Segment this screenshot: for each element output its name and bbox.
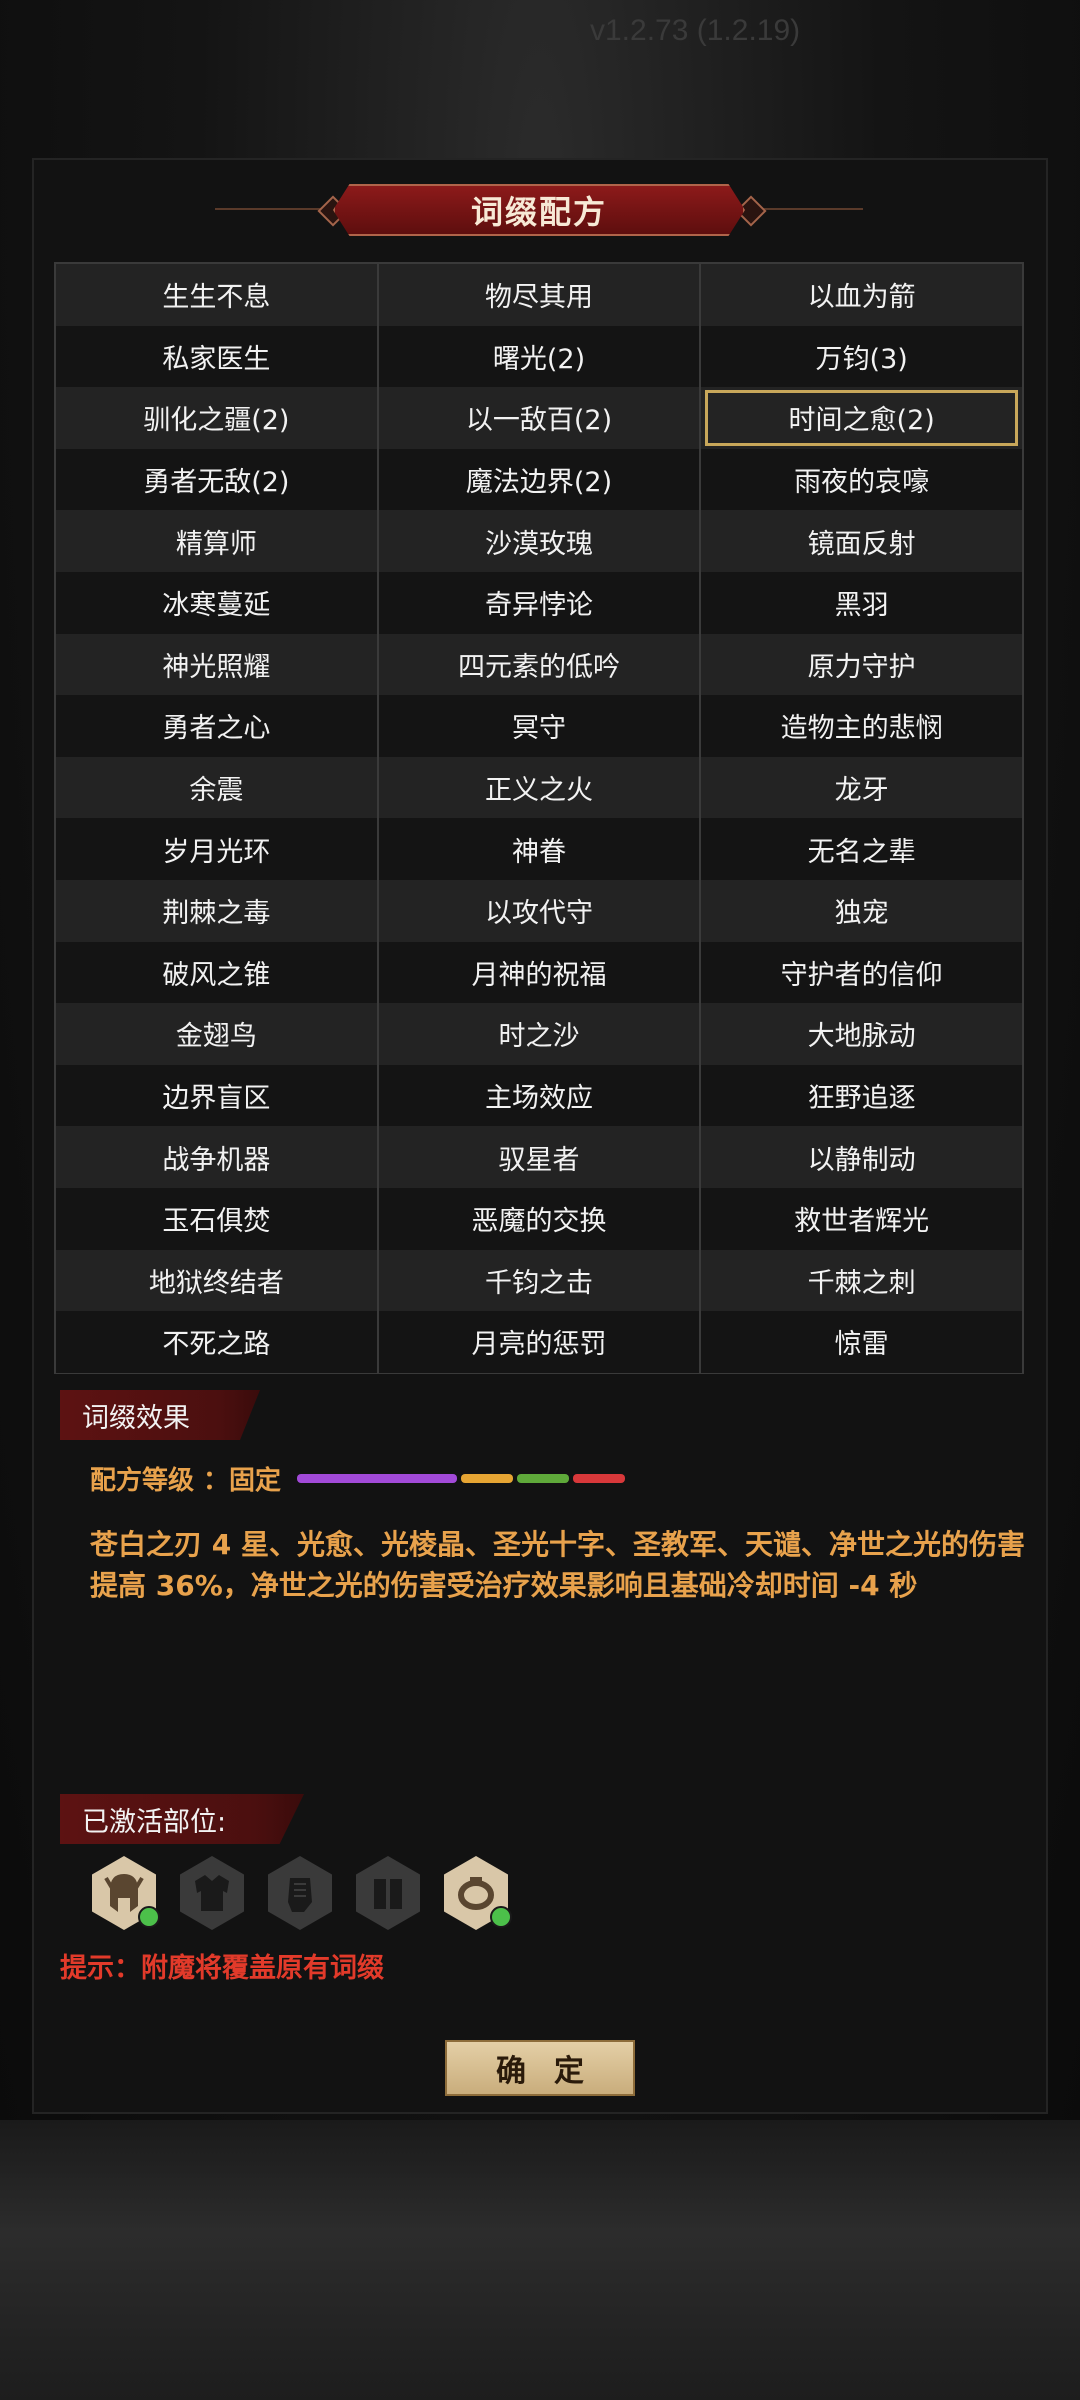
- affix-cell[interactable]: 守护者的信仰: [699, 941, 1022, 1004]
- grid-row: 精算师 沙漠玫瑰 镜面反射: [56, 510, 1022, 572]
- affix-cell[interactable]: 驯化之疆(2): [56, 387, 377, 449]
- affix-cell[interactable]: 破风之锥: [56, 942, 377, 1004]
- grid-row: 地狱终结者 千钧之击 千棘之刺: [56, 1249, 1022, 1312]
- affix-cell[interactable]: 不死之路: [56, 1311, 377, 1373]
- affix-cell[interactable]: 勇者之心: [56, 695, 377, 757]
- active-indicator: [490, 1906, 512, 1928]
- grid-row: 荆棘之毒 以攻代守 独宠: [56, 879, 1022, 942]
- affix-cell[interactable]: 魔法边界(2): [376, 448, 700, 511]
- grid-row: 私家医生 曙光(2) 万钧(3): [56, 325, 1022, 388]
- affix-cell[interactable]: 救世者辉光: [699, 1187, 1022, 1250]
- affix-cell[interactable]: 万钧(3): [699, 325, 1022, 388]
- affix-cell[interactable]: 恶魔的交换: [376, 1187, 700, 1250]
- affix-cell[interactable]: 雨夜的哀嚎: [699, 448, 1022, 511]
- affix-cell[interactable]: 时间之愈(2): [699, 387, 1022, 449]
- armor-icon[interactable]: [180, 1856, 244, 1930]
- affix-cell[interactable]: 生生不息: [56, 264, 377, 326]
- affix-cell[interactable]: 主场效应: [376, 1064, 700, 1127]
- affix-cell[interactable]: 惊雷: [699, 1311, 1022, 1373]
- affix-cell[interactable]: 冰寒蔓延: [56, 572, 377, 634]
- affix-cell[interactable]: 精算师: [56, 510, 377, 572]
- affix-cell[interactable]: 造物主的悲悯: [699, 695, 1022, 757]
- affix-cell[interactable]: 神光照耀: [56, 634, 377, 696]
- affix-cell[interactable]: 岁月光环: [56, 818, 377, 880]
- affix-cell[interactable]: 黑羽: [699, 571, 1022, 634]
- affix-cell[interactable]: 千钧之击: [376, 1249, 700, 1312]
- affix-cell[interactable]: 地狱终结者: [56, 1250, 377, 1312]
- affix-cell[interactable]: 私家医生: [56, 326, 377, 388]
- affix-cell[interactable]: 曙光(2): [376, 325, 700, 388]
- affix-cell[interactable]: 四元素的低吟: [376, 633, 700, 696]
- enchant-hint: 提示：附魔将覆盖原有词缀: [60, 1953, 384, 1984]
- affix-cell[interactable]: 原力守护: [699, 633, 1022, 696]
- grid-row: 余震 正义之火 龙牙: [56, 756, 1022, 819]
- effect-section-label: 词缀效果: [82, 1402, 190, 1434]
- grid-row: 勇者无敌(2) 魔法边界(2) 雨夜的哀嚎: [56, 448, 1022, 511]
- grid-row: 驯化之疆(2) 以一敌百(2) 时间之愈(2): [56, 387, 1022, 449]
- affix-cell[interactable]: 物尽其用: [376, 264, 700, 326]
- active-indicator: [138, 1906, 160, 1928]
- affix-cell[interactable]: 时之沙: [376, 1003, 700, 1065]
- grade-segment-red: [573, 1474, 626, 1483]
- affix-cell[interactable]: 镜面反射: [699, 510, 1022, 572]
- activated-section-header: 已激活部位:: [60, 1794, 304, 1844]
- activated-parts: [92, 1856, 512, 1930]
- affix-cell[interactable]: 神眷: [376, 818, 700, 880]
- grid-row: 勇者之心 冥守 造物主的悲悯: [56, 695, 1022, 757]
- affix-cell[interactable]: 大地脉动: [699, 1003, 1022, 1065]
- affix-cell[interactable]: 龙牙: [699, 756, 1022, 819]
- affix-cell[interactable]: 沙漠玫瑰: [376, 510, 700, 572]
- affix-cell[interactable]: 边界盲区: [56, 1065, 377, 1127]
- recipe-grade: 配方等级 ：固定: [90, 1460, 626, 1497]
- affix-cell[interactable]: 以一敌百(2): [376, 387, 700, 449]
- confirm-button[interactable]: 确定: [445, 2040, 635, 2096]
- grid-row: 生生不息 物尽其用 以血为箭: [56, 264, 1022, 326]
- affix-cell[interactable]: 月亮的惩罚: [376, 1311, 700, 1373]
- affix-cell[interactable]: 金翅鸟: [56, 1003, 377, 1065]
- title-divider-left: [215, 208, 333, 210]
- gloves-icon[interactable]: [268, 1856, 332, 1930]
- grid-row: 冰寒蔓延 奇异悖论 黑羽: [56, 571, 1022, 634]
- grade-bar: [297, 1474, 626, 1483]
- affix-cell[interactable]: 狂野追逐: [699, 1064, 1022, 1127]
- background-fog: [0, 2120, 1080, 2400]
- affix-cell[interactable]: 勇者无敌(2): [56, 449, 377, 511]
- affix-cell[interactable]: 冥守: [376, 695, 700, 757]
- affix-cell[interactable]: 正义之火: [376, 756, 700, 819]
- panel-title: 词缀配方: [470, 193, 607, 231]
- grade-segment-purple: [297, 1474, 458, 1483]
- affix-cell[interactable]: 以攻代守: [376, 879, 700, 942]
- activated-section-label: 已激活部位:: [82, 1806, 227, 1838]
- grade-segment-orange: [461, 1474, 514, 1483]
- title-banner: 词缀配方: [333, 184, 745, 236]
- grid-row: 不死之路 月亮的惩罚 惊雷: [56, 1311, 1022, 1373]
- affix-cell[interactable]: 驭星者: [376, 1126, 700, 1188]
- affix-cell[interactable]: 千棘之刺: [699, 1249, 1022, 1312]
- grid-row: 岁月光环 神眷 无名之辈: [56, 818, 1022, 880]
- grid-row: 神光照耀 四元素的低吟 原力守护: [56, 633, 1022, 696]
- grid-row: 边界盲区 主场效应 狂野追逐: [56, 1064, 1022, 1127]
- affix-cell[interactable]: 余震: [56, 757, 377, 819]
- affix-cell[interactable]: 月神的祝福: [376, 941, 700, 1004]
- effect-section-header: 词缀效果: [60, 1390, 260, 1440]
- grid-row: 破风之锥 月神的祝福 守护者的信仰: [56, 941, 1022, 1004]
- affix-cell[interactable]: 战争机器: [56, 1126, 377, 1188]
- boots-icon[interactable]: [356, 1856, 420, 1930]
- affix-cell[interactable]: 独宠: [699, 879, 1022, 942]
- effect-description: 苍白之刃 4 星、光愈、光棱晶、圣光十字、圣教军、天谴、净世之光的伤害提高 36…: [90, 1528, 1025, 1602]
- affix-cell[interactable]: 奇异悖论: [376, 571, 700, 634]
- version-label: v1.2.73 (1.2.19): [590, 14, 801, 47]
- affix-cell[interactable]: 以血为箭: [699, 264, 1022, 326]
- affix-cell[interactable]: 玉石俱焚: [56, 1188, 377, 1250]
- grid-row: 玉石俱焚 恶魔的交换 救世者辉光: [56, 1187, 1022, 1250]
- affix-cell[interactable]: 以静制动: [699, 1126, 1022, 1188]
- affix-cell[interactable]: 无名之辈: [699, 818, 1022, 880]
- affix-cell[interactable]: 荆棘之毒: [56, 880, 377, 942]
- grid-row: 战争机器 驭星者 以静制动: [56, 1126, 1022, 1188]
- affix-grid: 生生不息 物尽其用 以血为箭 私家医生 曙光(2) 万钧(3) 驯化之疆(2) 以一敌百(2)…: [54, 262, 1024, 1374]
- grid-row: 金翅鸟 时之沙 大地脉动: [56, 1003, 1022, 1065]
- grade-label: 配方等级 ：固定: [90, 1466, 282, 1496]
- grade-segment-green: [517, 1474, 570, 1483]
